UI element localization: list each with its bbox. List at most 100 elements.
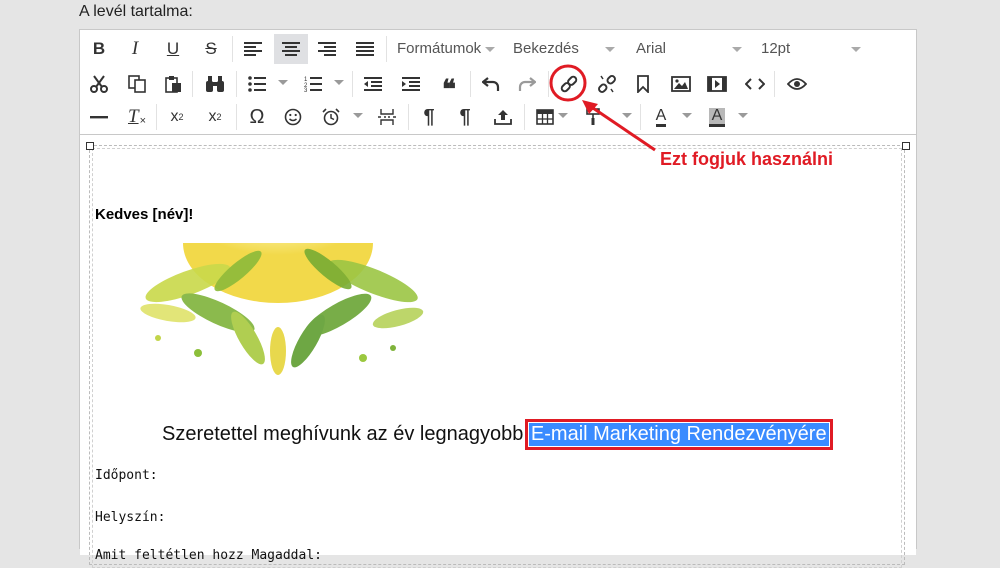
selected-link-text[interactable]: E-mail Marketing Rendezvényére — [524, 419, 833, 450]
align-left-button[interactable] — [238, 34, 268, 64]
toolbar-row-3: T × x2 x2 Ω ¶ ¶ A A — [80, 100, 916, 134]
toolbar-separator — [774, 71, 775, 97]
anchor-button[interactable] — [628, 69, 658, 99]
align-right-button[interactable] — [312, 34, 342, 64]
copy-button[interactable] — [122, 69, 152, 99]
superscript-button[interactable]: x2 — [200, 102, 230, 132]
chevron-down-icon — [732, 47, 742, 52]
chevron-down-icon[interactable] — [334, 80, 344, 85]
outdent-icon — [364, 77, 382, 91]
chevron-down-icon[interactable] — [353, 113, 363, 118]
flower-image[interactable] — [128, 243, 428, 379]
section-label: A levél tartalma: — [79, 3, 193, 20]
field-location-label: Helyszín: — [95, 510, 166, 525]
resize-handle[interactable] — [86, 142, 94, 150]
special-character-button[interactable]: Ω — [242, 102, 272, 132]
redo-icon — [518, 77, 536, 91]
bullet-list-icon — [248, 76, 266, 92]
cut-button[interactable] — [84, 69, 114, 99]
numbered-list-icon: 123 — [304, 77, 322, 92]
clear-formatting-button[interactable]: T × — [122, 102, 152, 132]
link-icon — [560, 75, 578, 93]
binoculars-icon — [206, 76, 224, 92]
source-code-button[interactable] — [740, 69, 770, 99]
toolbar-row-2: 123 ❝ — [80, 67, 916, 104]
superscript-2-label: 2 — [216, 112, 222, 122]
chevron-down-icon[interactable] — [738, 113, 748, 118]
copy-icon — [128, 75, 146, 93]
toolbar-separator — [408, 104, 409, 130]
rtl-direction-button[interactable]: ¶ — [450, 102, 480, 132]
blockquote-button[interactable]: ❝ — [434, 69, 464, 104]
align-justify-button[interactable] — [350, 34, 380, 64]
paste-button[interactable] — [158, 69, 188, 99]
eye-icon — [787, 78, 807, 90]
font-family-dropdown[interactable]: Arial — [636, 38, 746, 60]
background-color-button[interactable]: A — [702, 102, 732, 132]
toolbar-separator — [192, 71, 193, 97]
remove-link-button[interactable] — [592, 69, 622, 99]
video-icon — [707, 76, 727, 92]
chevron-down-icon[interactable] — [622, 113, 632, 118]
find-replace-button[interactable] — [200, 69, 230, 99]
text-color-button[interactable]: A — [646, 102, 676, 132]
toolbar-separator — [640, 104, 641, 130]
bold-button[interactable]: B — [84, 34, 114, 64]
strikethrough-button[interactable]: S — [196, 34, 226, 64]
chevron-down-icon[interactable] — [278, 80, 288, 85]
chevron-down-icon — [851, 47, 861, 52]
invitation-text: Szeretettel meghívunk az év legnagyobb — [162, 423, 524, 445]
font-size-dropdown[interactable]: 12pt — [761, 38, 871, 60]
close-icon: × — [139, 115, 146, 127]
chevron-down-icon[interactable] — [682, 113, 692, 118]
chevron-down-icon — [485, 47, 495, 52]
font-size-label: 12pt — [761, 40, 791, 57]
format-painter-button[interactable] — [578, 102, 608, 132]
image-icon — [671, 76, 691, 92]
underline-button[interactable]: U — [158, 34, 188, 64]
editor-content-area[interactable]: Kedves [név]! Szeretettel meghívunk az é… — [80, 135, 916, 568]
chevron-down-icon[interactable] — [558, 113, 568, 118]
toolbar-separator — [156, 104, 157, 130]
horizontal-line-icon — [90, 116, 108, 119]
formats-dropdown[interactable]: Formátumok — [397, 38, 507, 60]
align-right-icon — [318, 42, 336, 56]
subscript-2-label: 2 — [178, 112, 184, 122]
subscript-button[interactable]: x2 — [162, 102, 192, 132]
undo-icon — [482, 77, 500, 91]
horizontal-rule-button[interactable] — [84, 102, 114, 132]
outdent-button[interactable] — [358, 69, 388, 99]
indent-icon — [402, 77, 420, 91]
undo-button[interactable] — [476, 69, 506, 99]
block-format-dropdown[interactable]: Bekezdés — [513, 38, 623, 60]
ltr-direction-button[interactable]: ¶ — [414, 102, 444, 132]
numbered-list-button[interactable]: 123 — [298, 69, 328, 99]
page-break-button[interactable] — [372, 102, 402, 132]
invitation-line: Szeretettel meghívunk az év legnagyobb E… — [162, 419, 833, 450]
annotation-text: Ezt fogjuk használni — [660, 149, 834, 169]
insert-media-button[interactable] — [702, 69, 732, 99]
toolbar-separator — [386, 36, 387, 62]
formats-dropdown-label: Formátumok — [397, 40, 482, 57]
upload-file-button[interactable] — [488, 102, 518, 132]
align-center-button[interactable] — [274, 34, 308, 64]
toolbar-separator — [236, 71, 237, 97]
toolbar-separator — [548, 71, 549, 97]
insert-link-button[interactable] — [554, 69, 584, 99]
resize-handle[interactable] — [902, 142, 910, 150]
italic-button[interactable]: I — [120, 34, 150, 64]
indent-button[interactable] — [396, 69, 426, 99]
scissors-icon — [90, 75, 108, 93]
page-break-icon — [378, 109, 396, 125]
preview-button[interactable] — [782, 69, 812, 99]
subscript-x-label: x — [170, 108, 179, 125]
align-left-icon — [244, 42, 262, 56]
toolbar-row-1: B I U S Formátumok Bekezdés Arial 12pt — [80, 32, 916, 66]
bullet-list-button[interactable] — [242, 69, 272, 99]
insert-datetime-button[interactable] — [316, 102, 346, 132]
insert-image-button[interactable] — [666, 69, 696, 99]
emoticons-button[interactable] — [278, 102, 308, 132]
redo-button[interactable] — [512, 69, 542, 99]
table-button[interactable] — [530, 102, 560, 132]
chevron-down-icon — [605, 47, 615, 52]
